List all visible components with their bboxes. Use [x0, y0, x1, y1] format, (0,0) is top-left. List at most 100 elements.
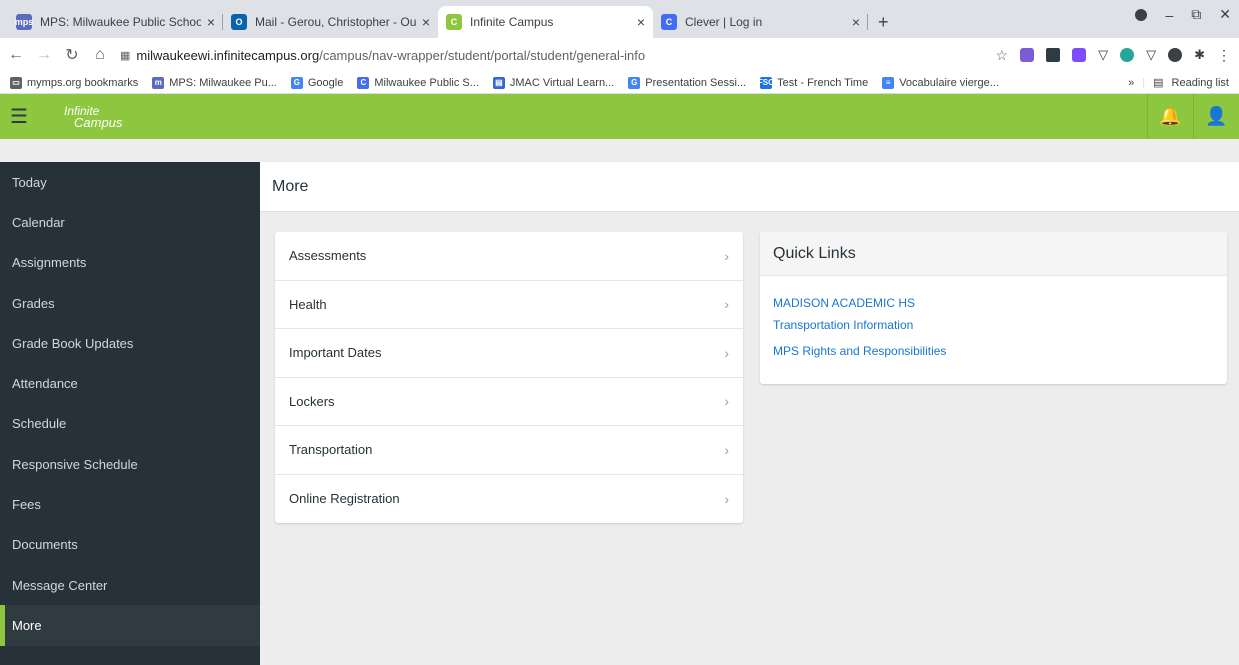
reload-icon[interactable]: ↻: [64, 45, 80, 65]
sidebar-item-fees[interactable]: Fees: [0, 484, 260, 524]
hamburger-menu-icon[interactable]: ☰: [10, 104, 38, 129]
site-info-icon[interactable]: ▦: [120, 49, 130, 62]
clever-favicon: C: [661, 14, 677, 30]
browser-tab-1[interactable]: O Mail - Gerou, Christopher - Outloo ×: [223, 6, 438, 38]
user-account-icon[interactable]: 👤: [1193, 94, 1239, 139]
extension-icon[interactable]: [1168, 48, 1183, 62]
close-tab-icon[interactable]: ×: [852, 14, 860, 30]
bookmark-label: mymps.org bookmarks: [27, 76, 139, 89]
bookmark-star-icon[interactable]: ☆: [996, 47, 1009, 64]
browser-tab-0[interactable]: mps MPS: Milwaukee Public Schools ×: [8, 6, 223, 38]
sidebar-item-attendance[interactable]: Attendance: [0, 363, 260, 403]
quick-links-list: MADISON ACADEMIC HS Transportation Inform…: [760, 276, 1227, 384]
bookmark-label: JMAC Virtual Learn...: [509, 76, 615, 89]
bookmark-item[interactable]: m MPS: Milwaukee Pu...: [152, 76, 277, 89]
menu-item-label: Lockers: [289, 393, 335, 409]
sidebar-item-schedule[interactable]: Schedule: [0, 404, 260, 444]
quick-link-mps-rights-and-responsibilities[interactable]: MPS Rights and Responsibilities: [773, 338, 1214, 364]
sidebar-item-more[interactable]: More: [0, 605, 260, 646]
puzzle-icon[interactable]: ✱: [1194, 47, 1205, 63]
bookmark-item[interactable]: ≡ Vocabulaire vierge...: [882, 76, 999, 89]
close-tab-icon[interactable]: ×: [637, 14, 645, 30]
infinite-campus-favicon: C: [446, 14, 462, 30]
bookmark-item[interactable]: C Milwaukee Public S...: [357, 76, 479, 89]
bookmark-item[interactable]: G Presentation Sessi...: [628, 76, 746, 89]
chevron-right-icon: ›: [724, 296, 729, 313]
tab-title: MPS: Milwaukee Public Schools: [40, 15, 201, 29]
close-tab-icon[interactable]: ×: [207, 14, 215, 30]
menu-item-lockers[interactable]: Lockers ›: [275, 378, 743, 426]
sidebar-item-assignments[interactable]: Assignments: [0, 243, 260, 283]
reading-list-icon[interactable]: ▤: [1153, 76, 1163, 89]
chevron-right-icon: ›: [724, 344, 729, 361]
clever-icon: C: [357, 76, 370, 89]
browser-toolbar: ← → ↻ ⌂ ▦ milwaukeewi.infinitecampus.org…: [0, 38, 1239, 72]
shield-extension-icon[interactable]: ▽: [1098, 47, 1108, 63]
extension-icon[interactable]: [1120, 48, 1135, 62]
bookmarks-overflow-button[interactable]: »: [1128, 77, 1134, 89]
quick-link-madison-academic-hs[interactable]: MADISON ACADEMIC HS: [773, 294, 1214, 312]
sidebar-item-today[interactable]: Today: [0, 162, 260, 202]
window-controls: – ⧉ ✕: [1135, 6, 1231, 23]
menu-item-assessments[interactable]: Assessments ›: [275, 232, 743, 281]
sidebar-item-documents[interactable]: Documents: [0, 525, 260, 565]
menu-item-online-registration[interactable]: Online Registration ›: [275, 475, 743, 524]
docs-icon: ≡: [882, 76, 895, 89]
bookmark-item[interactable]: ▭ mymps.org bookmarks: [10, 76, 139, 89]
menu-item-label: Online Registration: [289, 491, 400, 507]
restore-icon[interactable]: ⧉: [1191, 6, 1201, 23]
bookmark-item[interactable]: FSO Test - French Time: [757, 76, 869, 89]
extension-icon[interactable]: [1046, 48, 1061, 62]
browser-tab-3[interactable]: C Clever | Log in ×: [653, 6, 868, 38]
back-icon[interactable]: ←: [8, 46, 24, 64]
google-icon: G: [628, 76, 641, 89]
tab-title: Mail - Gerou, Christopher - Outloo: [255, 15, 416, 29]
reading-list-button[interactable]: Reading list: [1172, 77, 1229, 89]
fso-icon: FSO: [757, 76, 775, 89]
menu-item-label: Important Dates: [289, 345, 382, 361]
menu-item-health[interactable]: Health ›: [275, 281, 743, 329]
quick-links-panel: Quick Links MADISON ACADEMIC HS Transport…: [760, 232, 1227, 384]
chevron-right-icon: ›: [724, 247, 729, 264]
close-tab-icon[interactable]: ×: [422, 14, 430, 30]
bookmark-label: Test - French Time: [777, 76, 869, 89]
tab-title: Infinite Campus: [470, 15, 554, 29]
browser-tab-2[interactable]: C Infinite Campus ×: [438, 6, 653, 38]
notifications-bell-icon[interactable]: 🔔: [1147, 94, 1193, 139]
new-tab-button[interactable]: +: [868, 6, 899, 38]
menu-item-transportation[interactable]: Transportation ›: [275, 426, 743, 475]
bookmark-label: Vocabulaire vierge...: [899, 76, 999, 89]
extension-icon[interactable]: [1072, 48, 1087, 62]
extensions-area: ☆ ▽ ▽ ✱ ⋮: [996, 47, 1231, 64]
classroom-icon: ▤: [492, 76, 505, 89]
close-window-icon[interactable]: ✕: [1219, 6, 1231, 23]
sidebar-item-grades[interactable]: Grades: [0, 283, 260, 323]
bookmark-label: MPS: Milwaukee Pu...: [169, 76, 277, 89]
chevron-right-icon: ›: [724, 490, 729, 507]
address-bar[interactable]: ▦ milwaukeewi.infinitecampus.org/campus/…: [120, 42, 984, 68]
quick-link-transportation-information[interactable]: Transportation Information: [773, 312, 1214, 338]
menu-item-important-dates[interactable]: Important Dates ›: [275, 329, 743, 378]
more-menu-list: Assessments › Health › Important Dates › Locke…: [275, 232, 743, 523]
infinite-campus-logo: Infinite Campus: [64, 105, 122, 129]
main-content: More Assessments › Health › Important Dates ›…: [260, 162, 1239, 665]
bookmark-item[interactable]: G Google: [290, 76, 343, 89]
sidebar-item-calendar[interactable]: Calendar: [0, 202, 260, 242]
forward-icon[interactable]: →: [36, 46, 52, 64]
shield-extension-icon[interactable]: ▽: [1146, 47, 1156, 63]
sidebar-item-message-center[interactable]: Message Center: [0, 565, 260, 605]
sidebar-item-grade-book-updates[interactable]: Grade Book Updates: [0, 323, 260, 363]
address-domain: milwaukeewi.infinitecampus.org: [136, 47, 320, 63]
home-icon[interactable]: ⌂: [92, 46, 108, 64]
profile-menu-icon[interactable]: [1135, 8, 1148, 21]
folder-icon: ▭: [10, 76, 22, 89]
bookmark-item[interactable]: ▤ JMAC Virtual Learn...: [492, 76, 615, 89]
minimize-icon[interactable]: –: [1165, 7, 1173, 23]
sidebar-item-responsive-schedule[interactable]: Responsive Schedule: [0, 444, 260, 484]
extension-icon[interactable]: [1020, 48, 1035, 62]
quick-links-title: Quick Links: [760, 232, 1227, 276]
kebab-menu-icon[interactable]: ⋮: [1217, 47, 1231, 64]
address-path: /campus/nav-wrapper/student/portal/stude…: [319, 47, 646, 63]
browser-tabstrip: mps MPS: Milwaukee Public Schools × O Mail -…: [0, 0, 1239, 38]
google-icon: G: [290, 76, 303, 89]
